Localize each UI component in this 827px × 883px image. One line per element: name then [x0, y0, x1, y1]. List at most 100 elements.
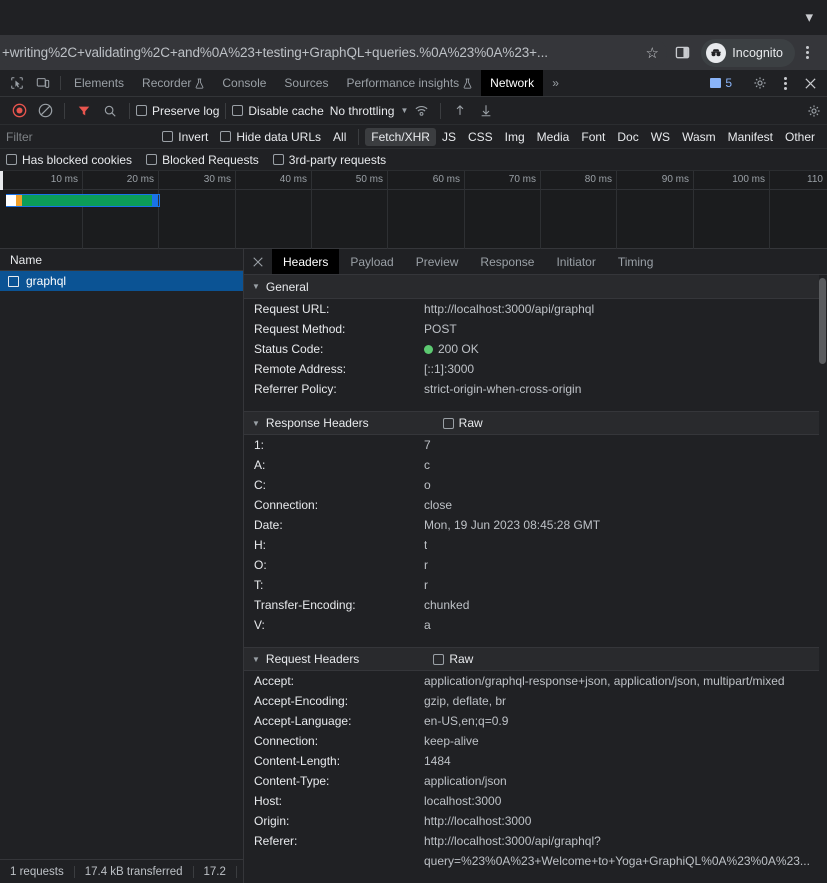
- throttling-dropdown[interactable]: No throttling ▼: [324, 104, 409, 118]
- address-bar[interactable]: +writing%2C+validating%2C+and%0A%23+test…: [0, 38, 668, 67]
- clear-network-icon[interactable]: [32, 98, 58, 124]
- devtools-tab-recorder[interactable]: Recorder: [133, 70, 213, 96]
- section-header-general[interactable]: ▼ General: [244, 275, 827, 299]
- filter-type-doc[interactable]: Doc: [611, 128, 644, 146]
- filter-type-other[interactable]: Other: [779, 128, 821, 146]
- detail-tab-headers[interactable]: Headers: [272, 249, 340, 274]
- header-row: Connection: close: [244, 495, 827, 515]
- device-toolbar-icon[interactable]: [30, 70, 56, 96]
- overview-tick: 30 ms: [159, 171, 236, 249]
- chevron-down-icon[interactable]: ▾: [805, 10, 813, 25]
- filter-type-manifest[interactable]: Manifest: [722, 128, 779, 146]
- close-icon[interactable]: [797, 77, 823, 90]
- overview-ruler: 10 ms 20 ms 30 ms 40 ms 50 ms 60 ms 70 m…: [0, 171, 827, 249]
- request-row-graphql[interactable]: graphql: [0, 271, 243, 291]
- filter-input[interactable]: [6, 129, 163, 144]
- overview-tick: 20 ms: [83, 171, 159, 249]
- detail-scrollbar[interactable]: [819, 275, 827, 883]
- devtools-tab-performance-insights[interactable]: Performance insights: [337, 70, 481, 96]
- header-key: Request URL:: [254, 302, 330, 316]
- section-header-request-headers[interactable]: ▼ Request Headers Raw: [244, 647, 827, 671]
- header-row: C: o: [244, 475, 827, 495]
- header-row: A: c: [244, 455, 827, 475]
- raw-toggle-response[interactable]: Raw: [442, 416, 483, 430]
- section-header-response-headers[interactable]: ▼ Response Headers Raw: [244, 411, 827, 435]
- devtools-tabbar: Elements Recorder Console Sources Perfor…: [0, 70, 827, 97]
- blocked-requests-checkbox[interactable]: Blocked Requests: [146, 153, 259, 167]
- detail-tab-payload[interactable]: Payload: [339, 249, 404, 274]
- has-blocked-cookies-checkbox[interactable]: Has blocked cookies: [6, 153, 132, 167]
- network-conditions-icon[interactable]: [408, 98, 434, 124]
- more-tabs-label: »: [552, 76, 559, 90]
- incognito-label: Incognito: [732, 45, 783, 60]
- hide-data-urls-checkbox[interactable]: Hide data URLs: [220, 130, 321, 144]
- third-party-requests-checkbox[interactable]: 3rd-party requests: [272, 153, 386, 167]
- network-settings-icon[interactable]: [807, 104, 821, 118]
- filter-type-wasm[interactable]: Wasm: [676, 128, 722, 146]
- checkbox-box: [272, 154, 284, 165]
- filter-type-js[interactable]: JS: [436, 128, 462, 146]
- tick-label: 100 ms: [732, 174, 765, 185]
- devtools-tab-sources[interactable]: Sources: [275, 70, 337, 96]
- request-list-column-header[interactable]: Name: [0, 249, 243, 271]
- star-icon[interactable]: ☆: [637, 44, 667, 62]
- filter-type-font[interactable]: Font: [575, 128, 611, 146]
- throttling-value: No throttling: [329, 103, 395, 118]
- invert-checkbox[interactable]: Invert: [162, 130, 208, 144]
- tick-label: 40 ms: [279, 174, 307, 185]
- header-value: POST: [424, 322, 457, 336]
- header-row: Origin: http://localhost:3000: [244, 811, 827, 831]
- record-stop-icon[interactable]: [6, 98, 32, 124]
- raw-toggle-request[interactable]: Raw: [433, 652, 473, 666]
- side-panel-icon[interactable]: [667, 39, 697, 67]
- section-rows-response-headers: 1: 7 A: c C: o Connection: close Date: Mon, 1…: [244, 435, 827, 635]
- toolbar-divider-4: [440, 102, 442, 119]
- filter-type-ws[interactable]: WS: [645, 128, 676, 146]
- devtools-tab-console[interactable]: Console: [213, 70, 275, 96]
- preserve-log-checkbox[interactable]: Preserve log: [136, 104, 219, 118]
- filter-type-media[interactable]: Media: [531, 128, 576, 146]
- network-overview-timeline[interactable]: 10 ms 20 ms 30 ms 40 ms 50 ms 60 ms 70 m…: [0, 171, 827, 249]
- detail-tab-preview[interactable]: Preview: [405, 249, 470, 274]
- detail-tab-response[interactable]: Response: [469, 249, 545, 274]
- detail-tab-initiator[interactable]: Initiator: [545, 249, 606, 274]
- devtools-tab-elements[interactable]: Elements: [65, 70, 133, 96]
- search-icon[interactable]: [97, 98, 123, 124]
- filter-type-all[interactable]: All: [327, 128, 352, 146]
- browser-menu-icon[interactable]: [795, 44, 819, 61]
- header-row: 1: 7: [244, 435, 827, 455]
- overview-tick: 10 ms: [0, 171, 83, 249]
- header-key: Content-Type:: [254, 774, 330, 788]
- issues-badge[interactable]: 5: [704, 76, 738, 90]
- devtools-tabbar-actions: 5: [704, 70, 827, 96]
- header-row-referer-continued: query=%23%0A%23+Welcome+to+Yoga+GraphiQL…: [244, 851, 827, 871]
- filter-type-img[interactable]: Img: [499, 128, 531, 146]
- raw-label: Raw: [449, 652, 474, 666]
- header-value: [::1]:3000: [424, 362, 475, 376]
- disable-cache-checkbox[interactable]: Disable cache: [232, 104, 324, 118]
- close-icon[interactable]: [244, 249, 272, 274]
- incognito-indicator[interactable]: Incognito: [701, 38, 795, 67]
- gear-icon[interactable]: [747, 76, 773, 90]
- blocked-requests-label: Blocked Requests: [162, 152, 259, 167]
- devtools-more-tabs-button[interactable]: »: [543, 70, 568, 96]
- inspect-element-icon[interactable]: [4, 70, 30, 96]
- tab-label: Sources: [284, 76, 329, 90]
- import-har-icon[interactable]: [447, 98, 473, 124]
- tab-label: Initiator: [556, 254, 596, 269]
- overview-tick: 110: [770, 171, 827, 249]
- chevron-down-icon: ▼: [400, 106, 409, 115]
- tab-label: Headers: [283, 254, 329, 269]
- detail-tab-timing[interactable]: Timing: [607, 249, 665, 274]
- header-key: Referrer Policy:: [254, 382, 337, 396]
- devtools-tab-network[interactable]: Network: [481, 70, 544, 96]
- devtools-menu-icon[interactable]: [773, 75, 797, 92]
- bar-segment-queued: [6, 195, 16, 206]
- filter-type-fetch-xhr[interactable]: Fetch/XHR: [365, 127, 436, 146]
- scrollbar-thumb[interactable]: [819, 278, 826, 364]
- filter-type-css[interactable]: CSS: [462, 128, 499, 146]
- header-row: Accept-Encoding: gzip, deflate, br: [244, 691, 827, 711]
- filter-funnel-icon[interactable]: [71, 98, 97, 124]
- tick-label: 60 ms: [432, 174, 460, 185]
- export-har-icon[interactable]: [473, 98, 499, 124]
